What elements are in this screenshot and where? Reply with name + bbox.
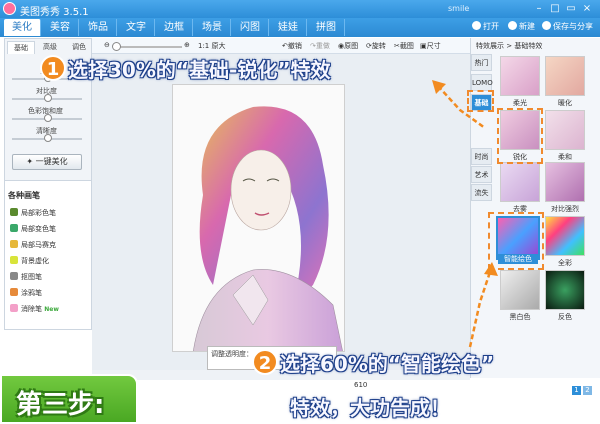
image-dimensions: 610 — [354, 381, 368, 389]
effect-label-invert: 反色 — [558, 313, 572, 321]
maximize-icon[interactable]: □ — [548, 2, 562, 15]
actual-size-button[interactable]: 1:1 原大 — [198, 41, 226, 51]
mosaic-icon — [10, 240, 18, 248]
color-brush-icon — [10, 208, 18, 216]
brush-bg-blur[interactable]: 背景虚化 — [10, 256, 49, 266]
plus-icon — [508, 21, 517, 30]
saturation-knob[interactable] — [44, 114, 52, 122]
effect-category-art[interactable]: 艺术 — [471, 166, 492, 183]
brush-local-color[interactable]: 局部彩色笔 — [10, 208, 56, 218]
tab-collage[interactable]: 拼图 — [308, 19, 345, 36]
subtab-color[interactable]: 调色 — [65, 41, 93, 54]
size-button[interactable]: ▣尺寸 — [420, 41, 441, 51]
tab-beautify[interactable]: 美化 — [4, 19, 41, 36]
highlight-sharpen-effect — [497, 108, 543, 164]
step2-callout: 2 选择60%的“智能绘色” — [252, 348, 494, 377]
undo-button[interactable]: ↶撤销 — [282, 41, 302, 51]
brush-eraser[interactable]: 消除笔 New — [10, 304, 59, 314]
cutout-icon — [10, 272, 18, 280]
eraser-icon — [10, 304, 18, 312]
step1-callout: 1 选择30%的“基础-锐化”特效 — [40, 54, 330, 83]
effect-thumb-fullcolor[interactable] — [545, 216, 585, 256]
subtab-advanced[interactable]: 高级 — [36, 41, 64, 54]
tab-doll[interactable]: 娃娃 — [270, 19, 307, 36]
brush-mosaic[interactable]: 局部马赛克 — [10, 240, 56, 250]
zoom-slider-knob[interactable] — [112, 42, 121, 51]
new-button[interactable]: 新建 — [508, 21, 535, 32]
step3-label: 第三步: — [16, 390, 105, 420]
one-click-beautify-button[interactable]: ✦ 一键美化 — [12, 154, 82, 170]
original-button[interactable]: ◉原图 — [338, 41, 358, 51]
rotate-button[interactable]: ⟳旋转 — [366, 41, 386, 51]
effect-label-fullcolor: 全彩 — [558, 259, 572, 267]
effect-thumb-soft[interactable] — [545, 110, 585, 150]
window-title: 美图秀秀 3.5.1 — [20, 7, 89, 18]
tab-text[interactable]: 文字 — [118, 19, 155, 36]
zoom-slider[interactable] — [120, 46, 182, 48]
subtab-basic[interactable]: 基础 — [7, 41, 35, 54]
step1-number: 1 — [40, 55, 66, 81]
recolor-brush-icon — [10, 224, 18, 232]
sharpness-knob[interactable] — [44, 134, 52, 142]
crop-button[interactable]: ✂截图 — [394, 41, 414, 51]
app-logo-icon — [3, 2, 16, 15]
brush-cutout[interactable]: 抠图笔 — [10, 272, 42, 282]
contrast-knob[interactable] — [44, 94, 52, 102]
doodle-icon — [10, 288, 18, 296]
arrow-to-basic-icon — [432, 80, 486, 130]
page-1-button[interactable]: 1 — [572, 386, 581, 395]
minimize-icon[interactable]: – — [532, 2, 546, 15]
save-icon — [542, 21, 551, 30]
edited-photo[interactable] — [172, 84, 345, 352]
effect-thumb-contrast[interactable] — [545, 162, 585, 202]
folder-icon — [472, 21, 481, 30]
new-badge: New — [44, 306, 59, 313]
page-2-button[interactable]: 2 — [583, 386, 592, 395]
close-icon[interactable]: × — [580, 2, 594, 15]
step2-number: 2 — [252, 349, 278, 375]
title-bar: 美图秀秀 3.5.1 smile – □ ▭ × — [0, 0, 600, 18]
brush-doodle[interactable]: 涂鸦笔 — [10, 288, 42, 298]
blur-icon — [10, 256, 18, 264]
brush-title: 各种画笔 — [8, 191, 40, 200]
tab-border[interactable]: 边框 — [156, 19, 193, 36]
opacity-label: 调整透明度： — [211, 350, 253, 358]
effect-thumb-softlight[interactable] — [500, 56, 540, 96]
step2-callout-line2: 特效，大功告成！ — [290, 396, 450, 420]
brush-local-recolor[interactable]: 局部变色笔 — [10, 224, 56, 234]
magic-icon: ✦ — [26, 157, 34, 166]
effect-thumb-warm[interactable] — [545, 56, 585, 96]
main-nav: 美化 美容 饰品 文字 边框 场景 闪图 娃娃 拼图 打开 新建 保存与分享 — [0, 18, 600, 37]
user-name[interactable]: smile — [448, 4, 469, 13]
restore-icon[interactable]: ▭ — [564, 2, 578, 15]
effect-category-hot[interactable]: 热门 — [471, 54, 492, 71]
arrow-to-smart-color-icon — [468, 262, 498, 348]
tab-scene[interactable]: 场景 — [194, 19, 231, 36]
effect-thumb-dehaze[interactable] — [500, 162, 540, 202]
effect-category-fashion[interactable]: 时尚 — [471, 148, 492, 165]
redo-button[interactable]: ↷重做 — [310, 41, 330, 51]
tab-accessories[interactable]: 饰品 — [80, 19, 117, 36]
effect-thumb-bw[interactable] — [500, 270, 540, 310]
zoom-in-icon[interactable]: ⊕ — [184, 41, 190, 49]
effect-label-contrast: 对比强烈 — [551, 205, 579, 213]
effect-label-soft: 柔和 — [558, 153, 572, 161]
tab-beauty[interactable]: 美容 — [42, 19, 79, 36]
effect-thumb-invert[interactable] — [545, 270, 585, 310]
effect-label-warm: 暖化 — [558, 99, 572, 107]
effect-label-softlight: 柔光 — [513, 99, 527, 107]
effect-category-other[interactable]: 流失 — [471, 184, 492, 201]
zoom-out-icon[interactable]: ⊖ — [104, 41, 110, 49]
effects-breadcrumb: 特效展示 > 基础特效 — [476, 42, 543, 50]
effect-label-bw: 黑白色 — [509, 313, 531, 321]
tab-flash[interactable]: 闪图 — [232, 19, 269, 36]
save-share-button[interactable]: 保存与分享 — [542, 21, 593, 32]
step3-badge: 第三步: — [0, 374, 138, 424]
open-button[interactable]: 打开 — [472, 21, 499, 32]
